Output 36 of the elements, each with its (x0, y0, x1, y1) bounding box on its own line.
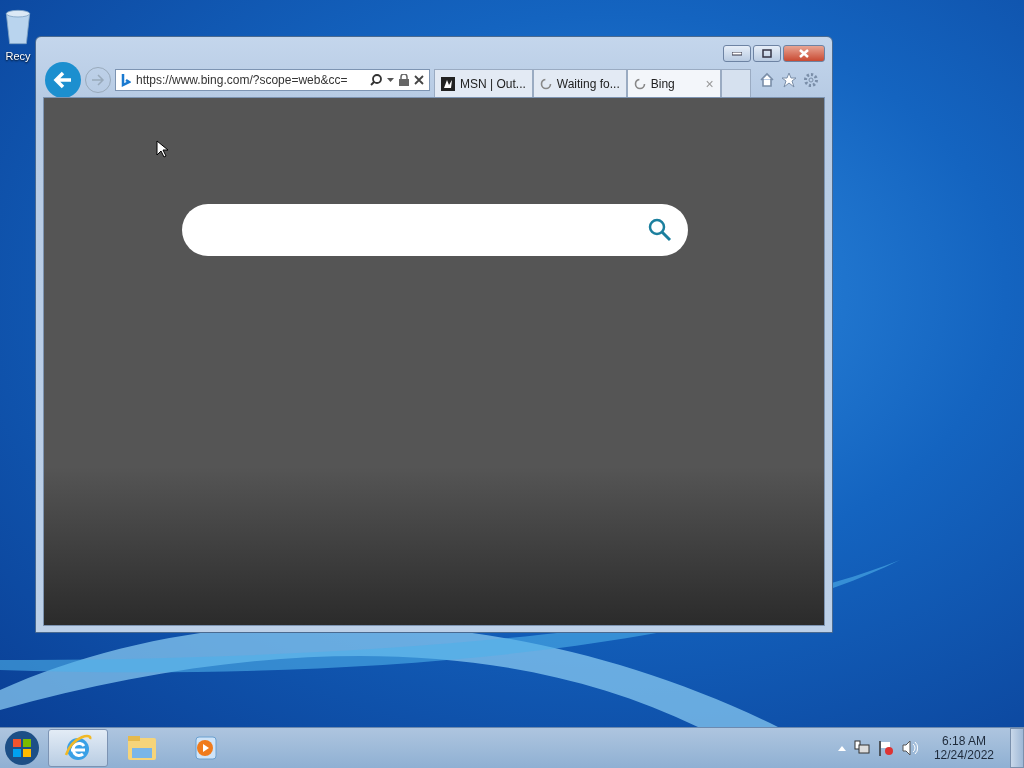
clock-date: 12/24/2022 (933, 748, 994, 762)
star-icon[interactable] (781, 72, 797, 88)
speaker-icon[interactable] (901, 740, 918, 756)
minimize-icon (732, 51, 742, 56)
maximize-button[interactable] (753, 45, 781, 62)
icon-label[interactable]: Recy (5, 50, 31, 62)
search-icon[interactable] (370, 74, 382, 86)
home-icon[interactable] (759, 72, 775, 88)
maximize-icon (762, 49, 772, 58)
browser-tab[interactable]: Bing × (626, 69, 721, 97)
arrow-left-icon (53, 71, 73, 89)
browser-tab[interactable]: MSN | Out... (434, 69, 533, 97)
network-icon[interactable] (853, 740, 870, 756)
folder-icon (126, 734, 158, 762)
close-button[interactable] (783, 45, 825, 62)
taskbar-app-button[interactable] (48, 729, 108, 767)
close-icon[interactable] (414, 75, 424, 85)
clock[interactable]: 6:18 AM 12/24/2022 (933, 734, 994, 762)
windows-orb-icon (4, 730, 40, 766)
b-logo-icon (121, 73, 131, 87)
search-field[interactable] (182, 204, 688, 256)
globe-e-icon (63, 733, 93, 763)
close-icon (799, 49, 809, 58)
address-field[interactable]: https://www.bing.com/?scope=web&cc= (115, 69, 430, 91)
browser-tab[interactable]: Waiting fo... (532, 69, 627, 97)
minimize-button[interactable] (723, 45, 751, 62)
flag-error-icon[interactable] (877, 740, 894, 756)
play-icon (193, 735, 219, 761)
dropdown-caret-icon[interactable] (387, 78, 394, 82)
loading-icon (539, 77, 552, 90)
back-button[interactable] (45, 62, 81, 98)
clock-time: 6:18 AM (941, 734, 986, 748)
pointer-icon (156, 140, 168, 158)
loading-icon (633, 77, 646, 90)
lock-icon[interactable] (399, 74, 409, 86)
arrow-right-icon (91, 74, 105, 86)
